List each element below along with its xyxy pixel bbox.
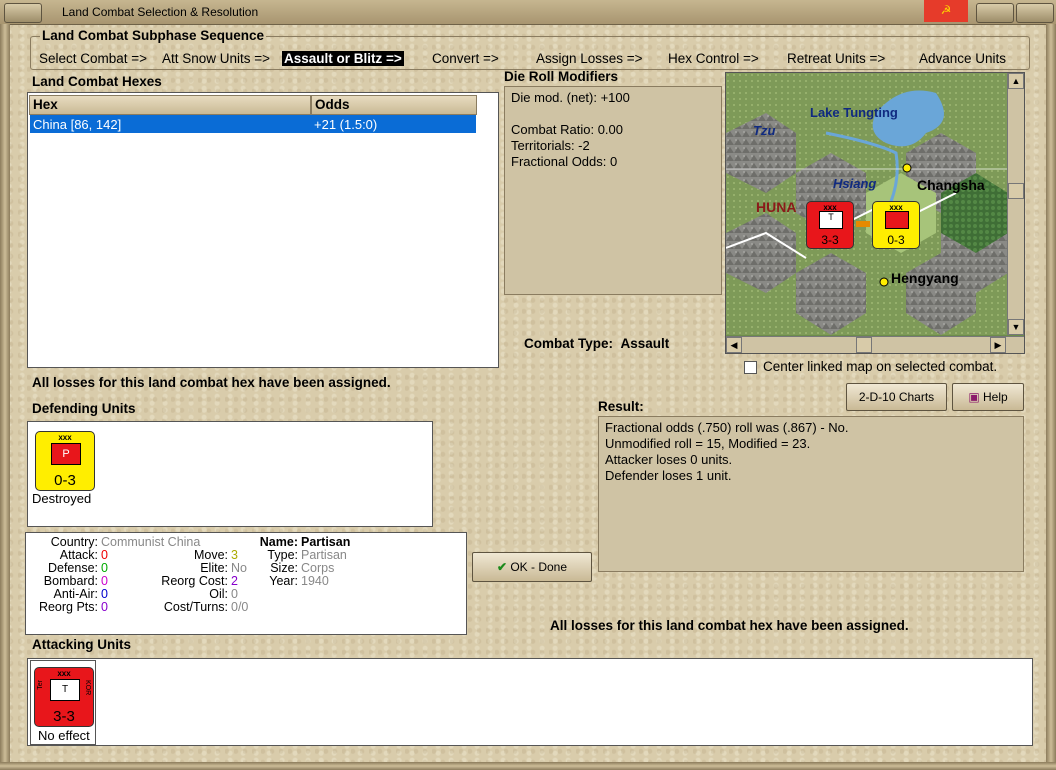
- step-advance-units: Advance Units: [919, 51, 1007, 66]
- map-label-tzu: Tzu: [753, 123, 776, 138]
- attacker-status: No effect: [38, 728, 90, 743]
- die-roll-line: Combat Ratio: 0.00: [511, 122, 624, 137]
- step-assault-or-blitz: Assault or Blitz =>: [282, 51, 404, 66]
- defending-label: Defending Units: [32, 401, 136, 416]
- frame-right: [1046, 24, 1056, 770]
- hexes-label: Land Combat Hexes: [32, 74, 162, 89]
- map-label-hsiang: Hsiang: [833, 176, 877, 191]
- map-label-hengyang: Hengyang: [891, 270, 959, 286]
- scroll-left-icon[interactable]: ◀: [726, 337, 742, 353]
- name-value: Partisan: [301, 535, 351, 549]
- step-hex-control: Hex Control =>: [668, 51, 759, 66]
- die-roll-line: Die mod. (net): +100: [511, 90, 630, 105]
- die-roll-line: Territorials: -2: [511, 138, 590, 153]
- frame-bottom: [0, 762, 1056, 770]
- hex-cell: China [86, 142]: [33, 117, 122, 132]
- defense-value: 0: [101, 561, 108, 575]
- result-box: Fractional odds (.750) roll was (.867) -…: [598, 416, 1024, 572]
- map-label-lake: Lake Tungting: [810, 105, 898, 120]
- year-value: 1940: [301, 574, 329, 588]
- type-value: Partisan: [301, 548, 347, 562]
- die-roll-label: Die Roll Modifiers: [504, 69, 619, 84]
- close-icon: ☭: [940, 3, 952, 17]
- minimize-button[interactable]: [976, 3, 1014, 23]
- defending-units-box: xxx P 0-3 Destroyed: [27, 421, 433, 527]
- column-odds[interactable]: Odds: [311, 95, 477, 115]
- map-horizontal-scrollbar[interactable]: ◀ ▶: [726, 336, 1024, 353]
- die-roll-line: Fractional Odds: 0: [511, 154, 618, 169]
- attacker-unit-card[interactable]: xxx T Ter KOR 3-3 No effect: [30, 660, 96, 745]
- bombard-value: 0: [101, 574, 108, 588]
- defender-status: Destroyed: [32, 491, 92, 506]
- center-map-checkbox[interactable]: [744, 361, 757, 374]
- book-icon: ▣: [968, 390, 980, 404]
- close-button[interactable]: ☭: [924, 0, 968, 22]
- losses-message-top: All losses for this land combat hex have…: [32, 375, 391, 390]
- step-convert: Convert =>: [432, 51, 499, 66]
- scroll-down-icon[interactable]: ▼: [1008, 319, 1024, 335]
- ok-done-button[interactable]: ✔ OK - Done: [472, 552, 592, 582]
- attack-arrow-icon: [856, 221, 870, 227]
- scroll-right-icon[interactable]: ▶: [990, 337, 1006, 353]
- result-line: Unmodified roll = 15, Modified = 23.: [605, 436, 811, 451]
- step-att-snow-units: Att Snow Units =>: [162, 51, 271, 66]
- map-defender-counter[interactable]: xxx 0-3: [872, 201, 920, 249]
- result-line: Attacker loses 0 units.: [605, 452, 733, 467]
- linked-map[interactable]: Lake Tungting Tzu Hsiang Changsha HUNA H…: [725, 72, 1025, 354]
- reorgcost-value: 2: [231, 574, 238, 588]
- maximize-button[interactable]: [1016, 3, 1054, 23]
- losses-message-bottom: All losses for this land combat hex have…: [550, 618, 909, 633]
- move-value: 3: [231, 548, 238, 562]
- result-line: Defender loses 1 unit.: [605, 468, 732, 483]
- map-attacker-counter[interactable]: xxx T 3-3: [806, 201, 854, 249]
- reorgpts-value: 0: [101, 600, 108, 614]
- center-map-label: Center linked map on selected combat.: [763, 359, 998, 374]
- checkmark-icon: ✔: [496, 560, 507, 574]
- step-select-combat: Select Combat =>: [39, 51, 148, 66]
- result-label: Result:: [598, 399, 644, 414]
- antiair-value: 0: [101, 587, 108, 601]
- table-row[interactable]: China [86, 142] +21 (1.5:0): [30, 115, 476, 133]
- odds-cell: +21 (1.5:0): [314, 117, 378, 132]
- system-menu-button[interactable]: [4, 3, 42, 23]
- window-title: Land Combat Selection & Resolution: [62, 5, 259, 19]
- hex-list[interactable]: Hex Odds China [86, 142] +21 (1.5:0): [27, 92, 499, 368]
- step-assign-losses: Assign Losses =>: [536, 51, 643, 66]
- unit-info-box: Country: Communist China Attack: 0 Defen…: [25, 532, 467, 635]
- subphase-title: Land Combat Subphase Sequence: [40, 28, 267, 43]
- charts-button[interactable]: 2-D-10 Charts: [846, 383, 947, 411]
- map-label-hunan: HUNA: [756, 199, 797, 215]
- step-retreat-units: Retreat Units =>: [787, 51, 886, 66]
- attacker-counter[interactable]: xxx T Ter KOR 3-3: [34, 667, 94, 727]
- map-attacker-symbol: T: [819, 211, 843, 229]
- attacking-label: Attacking Units: [32, 637, 132, 652]
- scroll-thumb[interactable]: [856, 337, 872, 353]
- combat-type: Combat Type: Assault: [524, 336, 670, 351]
- frame-left: [0, 24, 10, 770]
- attack-value: 0: [101, 548, 108, 562]
- attacker-symbol: T: [50, 679, 80, 701]
- oil-value: 0: [231, 587, 238, 601]
- partisan-symbol: P: [51, 443, 81, 465]
- size-value: Corps: [301, 561, 335, 575]
- map-label-changsha: Changsha: [917, 177, 985, 193]
- costturns-value: 0/0: [231, 600, 249, 614]
- country-value: Communist China: [101, 535, 201, 549]
- column-hex[interactable]: Hex: [29, 95, 311, 115]
- explosion-icon: [885, 211, 909, 229]
- title-bar: Land Combat Selection & Resolution ☭: [0, 0, 1056, 25]
- scroll-up-icon[interactable]: ▲: [1008, 73, 1024, 89]
- die-roll-box: Die mod. (net): +100 Combat Ratio: 0.00 …: [504, 86, 722, 295]
- attacking-units-box: xxx T Ter KOR 3-3 No effect: [27, 658, 1033, 746]
- help-button[interactable]: ▣ Help: [952, 383, 1024, 411]
- map-vertical-scrollbar[interactable]: ▲ ▼: [1007, 73, 1024, 335]
- result-line: Fractional odds (.750) roll was (.867) -…: [605, 420, 849, 435]
- defender-counter[interactable]: xxx P 0-3: [35, 431, 95, 491]
- scroll-thumb[interactable]: [1008, 183, 1024, 199]
